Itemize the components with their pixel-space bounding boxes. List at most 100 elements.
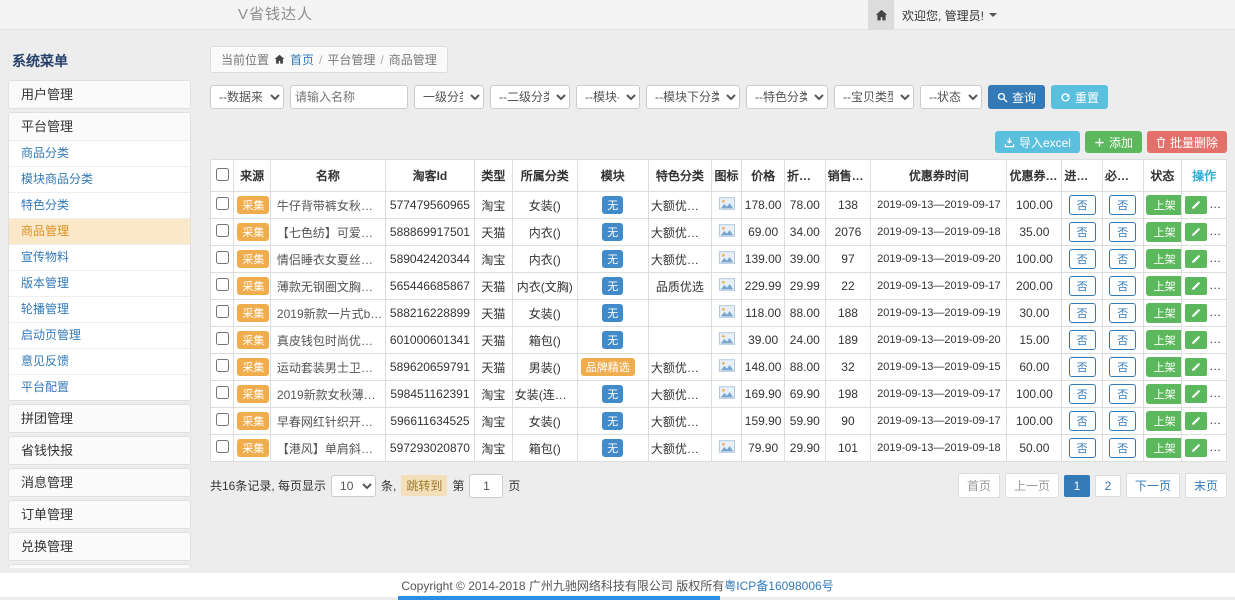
import-select-toggle[interactable]: 否: [1069, 384, 1096, 404]
must-buy-toggle[interactable]: 否: [1109, 195, 1136, 215]
edit-button[interactable]: [1185, 304, 1207, 322]
must-buy-toggle[interactable]: 否: [1109, 222, 1136, 242]
sidebar-group-header[interactable]: 拼团管理: [9, 405, 190, 432]
import-select-toggle[interactable]: 否: [1069, 276, 1096, 296]
edit-button[interactable]: [1185, 439, 1207, 457]
filter-select[interactable]: --状态--: [920, 85, 982, 109]
status-button[interactable]: 上架: [1146, 384, 1182, 404]
edit-button[interactable]: [1185, 196, 1207, 214]
per-page-select[interactable]: 10: [331, 475, 376, 497]
import-select-toggle[interactable]: 否: [1069, 330, 1096, 350]
sidebar-item[interactable]: 特色分类: [9, 192, 190, 218]
status-button[interactable]: 上架: [1146, 222, 1182, 242]
row-checkbox[interactable]: [216, 359, 229, 372]
import-select-toggle[interactable]: 否: [1069, 438, 1096, 458]
row-checkbox[interactable]: [216, 332, 229, 345]
sidebar-item[interactable]: 平台配置: [9, 374, 190, 400]
page-button[interactable]: 2: [1095, 475, 1121, 497]
sidebar-group-header[interactable]: 平台管理: [9, 113, 190, 140]
status-button[interactable]: 上架: [1146, 303, 1182, 323]
name-search-input[interactable]: [290, 85, 408, 109]
discount-price: 88.00: [784, 300, 825, 327]
operations-cell: [1182, 192, 1227, 219]
must-buy-toggle[interactable]: 否: [1109, 330, 1136, 350]
select-all-checkbox[interactable]: [216, 168, 229, 181]
filter-select[interactable]: --特色分类--: [746, 85, 828, 109]
row-checkbox[interactable]: [216, 251, 229, 264]
batch-delete-button[interactable]: 批量删除: [1147, 131, 1227, 153]
status-button[interactable]: 上架: [1146, 411, 1182, 431]
must-buy-toggle[interactable]: 否: [1109, 411, 1136, 431]
sidebar-item[interactable]: 启动页管理: [9, 322, 190, 348]
add-button[interactable]: 添加: [1085, 131, 1142, 153]
row-checkbox[interactable]: [216, 224, 229, 237]
sidebar-item[interactable]: 模块商品分类: [9, 166, 190, 192]
sidebar-group-header[interactable]: 消息管理: [9, 469, 190, 496]
sidebar-item[interactable]: 版本管理: [9, 270, 190, 296]
must-buy-toggle[interactable]: 否: [1109, 249, 1136, 269]
column-header: 进口优选: [1062, 160, 1103, 192]
sidebar-item[interactable]: 意见反馈: [9, 348, 190, 374]
sidebar-group-header[interactable]: 用户管理: [9, 81, 190, 108]
page-number-input[interactable]: [469, 474, 503, 498]
edit-button[interactable]: [1185, 277, 1207, 295]
must-buy-toggle[interactable]: 否: [1109, 438, 1136, 458]
sidebar-group-header[interactable]: 省钱快报: [9, 437, 190, 464]
import-select-toggle[interactable]: 否: [1069, 411, 1096, 431]
user-menu[interactable]: 欢迎您, 管理员!: [902, 0, 997, 30]
edit-button[interactable]: [1185, 250, 1207, 268]
row-checkbox[interactable]: [216, 197, 229, 210]
filter-select[interactable]: --模块--: [576, 85, 640, 109]
import-excel-button[interactable]: 导入excel: [995, 131, 1080, 153]
sidebar-group-header[interactable]: 订单管理: [9, 501, 190, 528]
sidebar-item[interactable]: 商品管理: [9, 218, 190, 244]
status-button[interactable]: 上架: [1146, 438, 1182, 458]
import-select-toggle[interactable]: 否: [1069, 222, 1096, 242]
import-select-toggle[interactable]: 否: [1069, 357, 1096, 377]
page-button[interactable]: 1: [1064, 475, 1090, 497]
page-button[interactable]: 下一页: [1126, 473, 1180, 498]
sidebar-item[interactable]: 轮播管理: [9, 296, 190, 322]
must-buy-toggle[interactable]: 否: [1109, 303, 1136, 323]
icp-link[interactable]: 粤ICP备16098006号: [724, 577, 833, 594]
sidebar-item[interactable]: 商品分类: [9, 140, 190, 166]
edit-button[interactable]: [1185, 412, 1207, 430]
breadcrumb-home-link[interactable]: 首页: [290, 51, 314, 68]
row-checkbox[interactable]: [216, 386, 229, 399]
coupon-time: 2019-09-13—2019-09-15: [871, 354, 1007, 381]
import-select-toggle[interactable]: 否: [1069, 195, 1096, 215]
page-button[interactable]: 首页: [958, 473, 1000, 498]
filter-select[interactable]: --二级分类--: [490, 85, 570, 109]
status-button[interactable]: 上架: [1146, 357, 1182, 377]
page-button[interactable]: 上一页: [1005, 473, 1059, 498]
must-buy-toggle[interactable]: 否: [1109, 384, 1136, 404]
page-button[interactable]: 末页: [1185, 473, 1227, 498]
edit-button[interactable]: [1185, 223, 1207, 241]
import-select-toggle[interactable]: 否: [1069, 249, 1096, 269]
row-checkbox[interactable]: [216, 413, 229, 426]
row-checkbox[interactable]: [216, 440, 229, 453]
status-button[interactable]: 上架: [1146, 249, 1182, 269]
search-button[interactable]: 查询: [988, 85, 1045, 109]
row-checkbox[interactable]: [216, 305, 229, 318]
edit-button[interactable]: [1185, 385, 1207, 403]
status-button[interactable]: 上架: [1146, 330, 1182, 350]
filter-select[interactable]: --宝贝类型--: [834, 85, 914, 109]
edit-button[interactable]: [1185, 331, 1207, 349]
sidebar-group-header[interactable]: [9, 565, 190, 568]
sidebar-item[interactable]: 宣传物料: [9, 244, 190, 270]
sidebar-group-header[interactable]: 兑换管理: [9, 533, 190, 560]
edit-button[interactable]: [1185, 358, 1207, 376]
row-checkbox[interactable]: [216, 278, 229, 291]
must-buy-toggle[interactable]: 否: [1109, 357, 1136, 377]
import-select-toggle[interactable]: 否: [1069, 303, 1096, 323]
must-buy-toggle[interactable]: 否: [1109, 276, 1136, 296]
filter-select[interactable]: --模块下分类--: [646, 85, 740, 109]
product-type: 淘宝: [475, 408, 513, 435]
reset-button[interactable]: 重置: [1051, 85, 1108, 109]
status-button[interactable]: 上架: [1146, 195, 1182, 215]
status-button[interactable]: 上架: [1146, 276, 1182, 296]
filter-select[interactable]: 一级分类: [414, 85, 484, 109]
home-button[interactable]: [868, 0, 894, 30]
filter-select[interactable]: --数据来源--: [210, 85, 284, 109]
